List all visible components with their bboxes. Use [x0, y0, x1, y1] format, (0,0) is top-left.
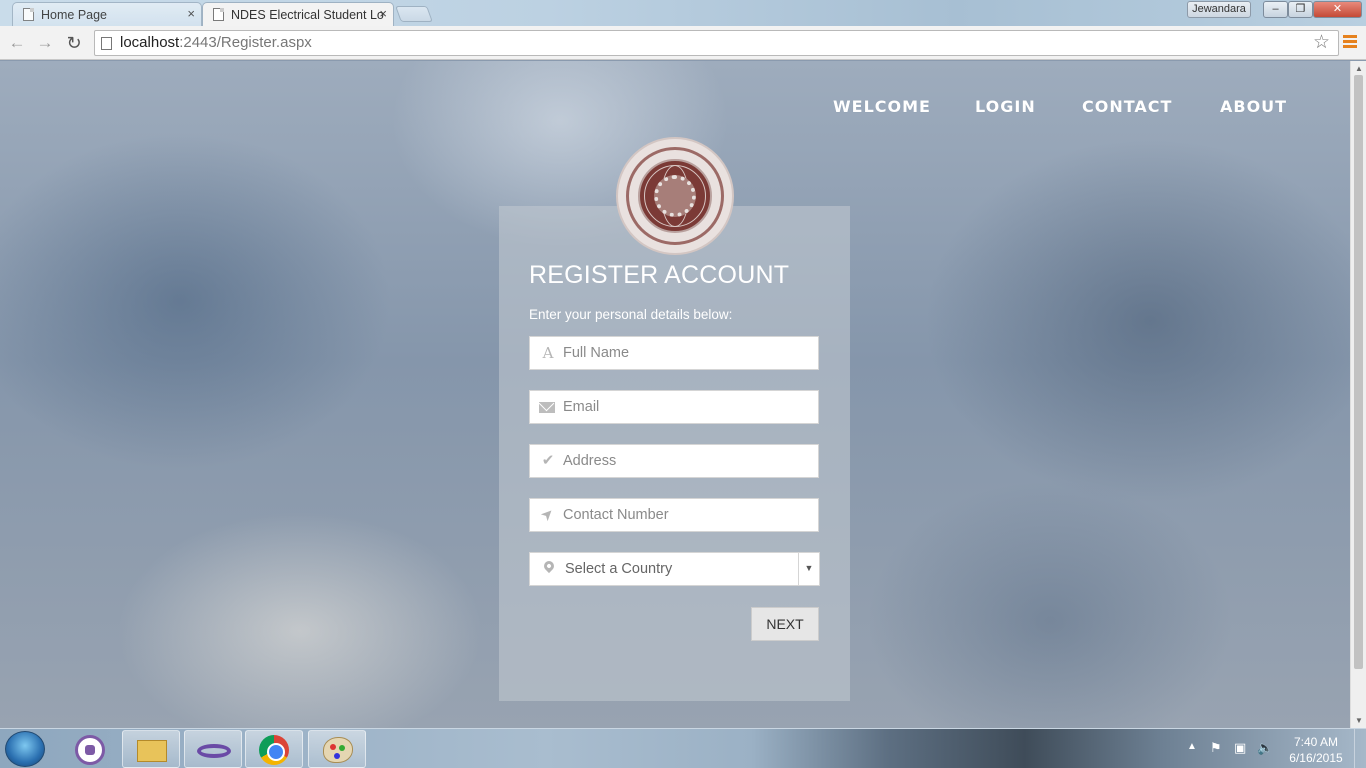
location-arrow-icon: ➤ — [537, 504, 559, 526]
page-icon — [213, 8, 224, 21]
nav-link-contact[interactable]: CONTACT — [1082, 97, 1172, 116]
full-name-input[interactable] — [563, 337, 813, 369]
new-tab-button[interactable] — [395, 6, 433, 22]
bookmark-star-icon[interactable]: ☆ — [1313, 31, 1330, 55]
viber-icon — [75, 735, 105, 765]
address-field[interactable]: ✔ — [529, 444, 819, 478]
register-title: REGISTER ACCOUNT — [529, 261, 790, 289]
address-bar[interactable]: localhost:2443/Register.aspx ☆ — [94, 30, 1339, 56]
page-icon — [23, 8, 34, 21]
nav-link-login[interactable]: LOGIN — [975, 97, 1036, 116]
taskbar-paint[interactable] — [308, 730, 366, 768]
start-button[interactable] — [5, 731, 45, 767]
clock-date: 6/16/2015 — [1289, 751, 1343, 765]
font-icon: A — [542, 344, 554, 362]
reload-icon[interactable]: ↻ — [63, 32, 85, 54]
paint-palette-icon — [323, 737, 353, 763]
chrome-icon — [259, 735, 289, 765]
nav-link-welcome[interactable]: WELCOME — [833, 97, 931, 116]
site-navigation: WELCOME LOGIN CONTACT ABOUT — [0, 97, 1350, 121]
back-arrow-icon[interactable]: ← — [6, 32, 28, 54]
network-icon[interactable]: ▣ — [1234, 741, 1248, 755]
profile-badge[interactable]: Jewandara — [1187, 1, 1251, 18]
next-button[interactable]: NEXT — [751, 607, 819, 641]
email-input[interactable] — [563, 391, 813, 423]
taskbar-chrome[interactable] — [245, 730, 303, 768]
url-text[interactable]: localhost:2443/Register.aspx — [120, 31, 312, 55]
volume-icon[interactable]: 🔈 — [1257, 741, 1273, 755]
show-desktop-button[interactable] — [1354, 729, 1366, 768]
browser-menu-icon[interactable] — [1343, 35, 1357, 49]
tab-close-icon[interactable]: × — [187, 6, 195, 21]
close-window-button[interactable]: ✕ — [1313, 1, 1362, 18]
scroll-up-icon[interactable]: ▲ — [1355, 64, 1363, 73]
visual-studio-icon — [197, 744, 231, 758]
register-subtitle: Enter your personal details below: — [529, 307, 733, 322]
url-host: localhost — [120, 34, 180, 51]
url-path: :2443/Register.aspx — [179, 34, 312, 51]
tab-title: NDES Electrical Student Lo — [231, 7, 384, 22]
minimize-button[interactable]: ‒ — [1263, 1, 1288, 18]
check-icon: ✔ — [541, 452, 555, 469]
tab-register[interactable]: NDES Electrical Student Lo × — [202, 2, 394, 26]
taskbar-visual-studio[interactable] — [184, 730, 242, 768]
envelope-icon — [539, 402, 555, 413]
full-name-field[interactable]: A — [529, 336, 819, 370]
tab-home-page[interactable]: Home Page × — [12, 2, 202, 26]
map-pin-icon — [541, 558, 557, 574]
page-scrollbar[interactable]: ▲ ▼ — [1350, 61, 1366, 728]
clock-time: 7:40 AM — [1293, 735, 1339, 749]
show-hidden-icons-icon[interactable]: ▲ — [1187, 741, 1197, 752]
email-field[interactable] — [529, 390, 819, 424]
address-input[interactable] — [563, 445, 813, 477]
browser-toolbar: ← → ↻ localhost:2443/Register.aspx ☆ — [0, 26, 1366, 60]
country-select[interactable]: Select a Country ▼ — [529, 552, 820, 586]
chevron-down-icon[interactable]: ▼ — [798, 553, 819, 585]
system-clock[interactable]: 7:40 AM 6/16/2015 — [1284, 734, 1348, 766]
nav-link-about[interactable]: ABOUT — [1220, 97, 1287, 116]
tab-close-icon[interactable]: × — [379, 6, 387, 21]
institution-seal-logo — [616, 137, 734, 255]
scroll-thumb[interactable] — [1354, 75, 1363, 669]
windows-taskbar: ▲ ⚑ ▣ 🔈 7:40 AM 6/16/2015 — [0, 728, 1366, 768]
browser-tab-strip: Home Page × NDES Electrical Student Lo ×… — [0, 0, 1366, 26]
page-icon — [101, 37, 112, 50]
country-select-value: Select a Country — [565, 561, 673, 577]
taskbar-file-explorer[interactable] — [122, 730, 180, 768]
maximize-button[interactable]: ❐ — [1288, 1, 1313, 18]
contact-number-input[interactable] — [563, 499, 813, 531]
forward-arrow-icon[interactable]: → — [34, 32, 56, 54]
taskbar-viber[interactable] — [60, 730, 118, 768]
folder-icon — [137, 740, 167, 762]
action-center-flag-icon[interactable]: ⚑ — [1210, 741, 1224, 755]
contact-number-field[interactable]: ➤ — [529, 498, 819, 532]
scroll-down-icon[interactable]: ▼ — [1355, 716, 1363, 725]
tab-title: Home Page — [41, 7, 108, 22]
